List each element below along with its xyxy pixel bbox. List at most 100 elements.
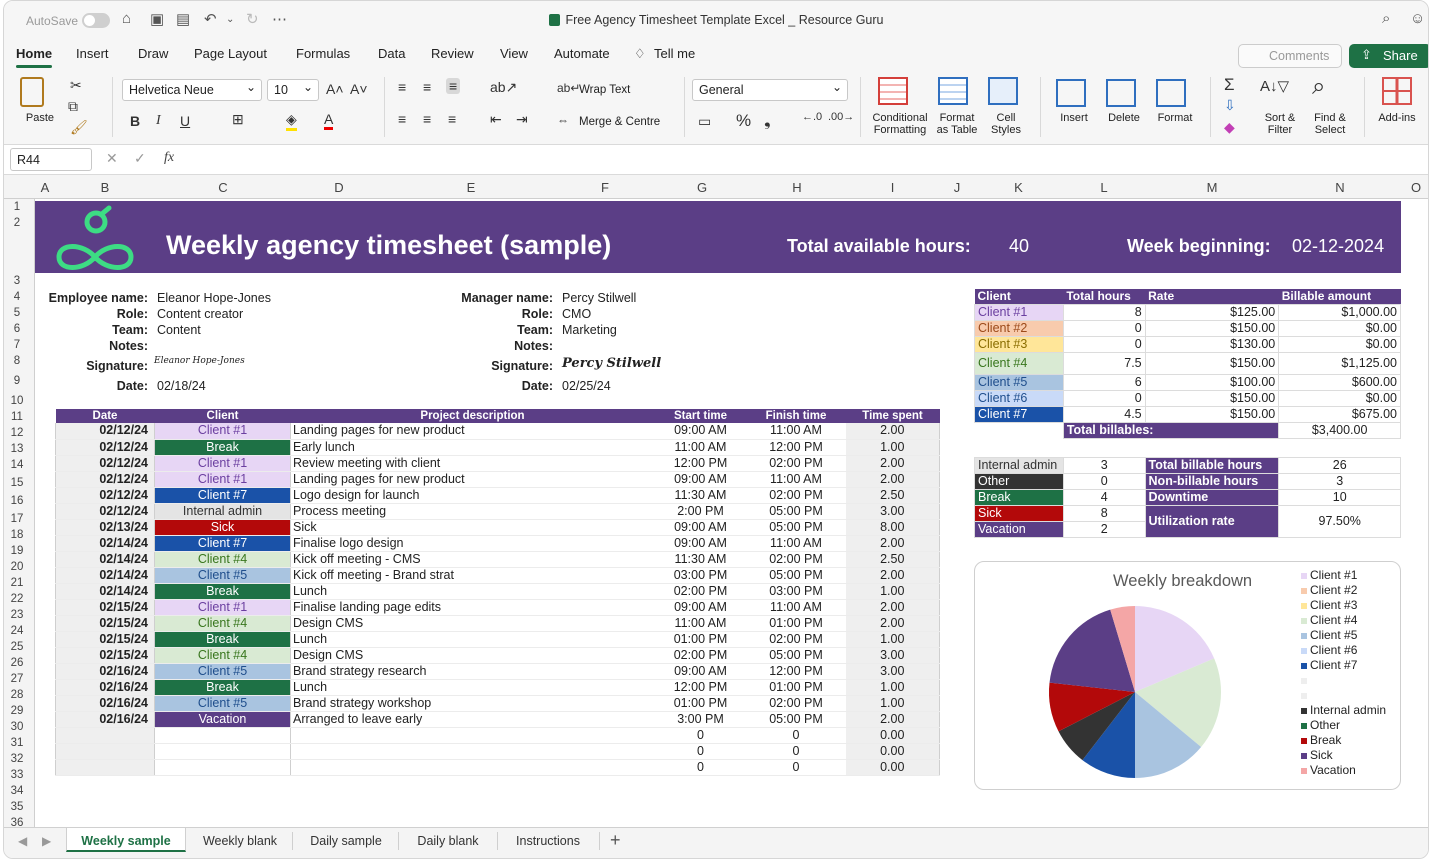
summary-rate[interactable]: $150.00 [1144, 319, 1280, 337]
entry-finish-time[interactable]: 11:00 AM [746, 423, 846, 440]
entry-date[interactable]: 02/12/24 [55, 455, 155, 472]
align-top-icon[interactable]: ≡ [398, 79, 406, 95]
copy-icon[interactable]: ⧉ [68, 98, 78, 115]
column-header-d[interactable]: D [291, 180, 387, 195]
entry-description[interactable] [290, 759, 655, 776]
column-header-f[interactable]: F [555, 180, 655, 195]
entry-time-spent[interactable]: 1.00 [845, 631, 940, 648]
category-label[interactable]: Sick [974, 505, 1064, 522]
entry-date[interactable]: 02/14/24 [55, 567, 155, 584]
entry-date[interactable]: 02/12/24 [55, 439, 155, 456]
conditional-formatting-icon[interactable] [878, 77, 908, 105]
row-header[interactable]: 12 [4, 427, 30, 439]
entry-client[interactable]: Vacation [154, 711, 291, 728]
tab-formulas[interactable]: Formulas [296, 46, 350, 61]
entry-start-time[interactable]: 09:00 AM [654, 662, 747, 680]
entry-date[interactable]: 02/14/24 [55, 551, 155, 568]
summary-amount[interactable]: $600.00 [1278, 373, 1401, 391]
entry-description[interactable]: Design CMS [290, 647, 655, 664]
row-header[interactable]: 6 [4, 323, 30, 335]
entry-client[interactable]: Client #4 [154, 551, 291, 568]
worksheet[interactable]: Weekly agency timesheet (sample) Total a… [35, 199, 1428, 827]
row-header[interactable]: 7 [4, 339, 30, 351]
entry-date[interactable]: 02/12/24 [55, 423, 155, 440]
decrease-indent-icon[interactable]: ⇤ [490, 111, 502, 128]
entry-date[interactable]: 02/16/24 [55, 711, 155, 728]
column-header-n[interactable]: N [1279, 180, 1401, 195]
align-bottom-icon[interactable]: ≡ [446, 78, 461, 94]
row-header[interactable]: 25 [4, 641, 30, 653]
row-header[interactable]: 19 [4, 545, 30, 557]
paste-icon[interactable] [20, 77, 44, 107]
align-center-icon[interactable]: ≡ [423, 111, 431, 127]
font-color-icon[interactable]: A [324, 111, 334, 130]
entry-finish-time[interactable]: 11:00 AM [746, 471, 846, 488]
summary-amount[interactable]: $0.00 [1278, 389, 1401, 407]
entry-start-time[interactable]: 09:00 AM [654, 471, 747, 488]
comma-style-icon[interactable]: ❟ [764, 111, 771, 131]
entry-start-time[interactable]: 12:00 PM [654, 455, 747, 472]
row-header[interactable]: 28 [4, 689, 30, 701]
column-header-a[interactable]: A [35, 180, 55, 195]
number-format-select[interactable]: General [692, 79, 848, 101]
align-left-icon[interactable]: ≡ [398, 111, 406, 127]
entry-client[interactable]: Client #5 [154, 695, 291, 712]
category-hours[interactable]: 3 [1062, 457, 1146, 474]
format-as-table-icon[interactable] [938, 77, 968, 105]
entry-date[interactable]: 02/15/24 [55, 598, 155, 616]
category-label[interactable]: Internal admin [974, 457, 1064, 474]
entry-finish-time[interactable]: 01:00 PM [746, 679, 846, 696]
entry-finish-time[interactable]: 05:00 PM [746, 647, 846, 664]
decrease-font-icon[interactable]: A˅ [350, 81, 368, 97]
row-header[interactable]: 35 [4, 801, 30, 813]
entry-date[interactable]: 02/14/24 [55, 534, 155, 552]
format-painter-icon[interactable]: 🖌 [70, 119, 88, 136]
entry-date[interactable]: 02/12/24 [55, 471, 155, 488]
entry-description[interactable]: Design CMS [290, 615, 655, 632]
entry-finish-time[interactable]: 01:00 PM [746, 615, 846, 632]
entry-start-time[interactable]: 11:00 AM [654, 615, 747, 632]
row-header[interactable]: 34 [4, 785, 30, 797]
entry-start-time[interactable]: 0 [654, 743, 747, 760]
entry-date[interactable]: 02/16/24 [55, 662, 155, 680]
entry-finish-time[interactable]: 05:00 PM [746, 711, 846, 728]
cell-styles-icon[interactable] [988, 77, 1018, 105]
entry-time-spent[interactable]: 0.00 [845, 743, 940, 760]
entry-description[interactable]: Arranged to leave early [290, 711, 655, 728]
format-cells-icon[interactable] [1156, 79, 1186, 107]
row-header[interactable]: 24 [4, 625, 30, 637]
account-icon[interactable]: ☺ [1410, 10, 1425, 27]
summary-client[interactable]: Client #1 [974, 303, 1064, 321]
summary-client[interactable]: Client #3 [974, 335, 1064, 353]
sort-filter-icon[interactable]: A↓▽ [1260, 77, 1289, 95]
entry-date[interactable]: 02/12/24 [55, 503, 155, 520]
insert-cells-button[interactable]: Insert [1056, 112, 1092, 124]
entry-client[interactable]: Internal admin [154, 503, 291, 520]
tab-tell-me[interactable]: Tell me [654, 46, 695, 61]
summary-amount[interactable]: $675.00 [1278, 405, 1401, 423]
percent-icon[interactable]: % [736, 111, 751, 131]
row-header[interactable]: 29 [4, 705, 30, 717]
entry-finish-time[interactable]: 02:00 PM [746, 487, 846, 504]
format-cells-button[interactable]: Format [1154, 112, 1196, 124]
column-header-j[interactable]: J [940, 180, 974, 195]
entry-time-spent[interactable]: 1.00 [845, 439, 940, 456]
entry-description[interactable]: Landing pages for new product [290, 423, 655, 440]
row-header[interactable]: 18 [4, 529, 30, 541]
entry-client[interactable]: Client #5 [154, 567, 291, 584]
entry-finish-time[interactable]: 0 [746, 759, 846, 776]
row-header[interactable]: 16 [4, 495, 30, 507]
entry-time-spent[interactable]: 2.50 [845, 487, 940, 504]
italic-button[interactable]: I [156, 113, 161, 129]
entry-start-time[interactable]: 11:30 AM [654, 487, 747, 504]
entry-finish-time[interactable]: 05:00 PM [746, 518, 846, 536]
summary-client[interactable]: Client #6 [974, 389, 1064, 407]
orientation-icon[interactable]: ab↗ [490, 79, 517, 96]
stat-value[interactable]: 10 [1278, 489, 1401, 506]
column-header-k[interactable]: K [974, 180, 1063, 195]
entry-date[interactable] [55, 727, 155, 744]
entry-description[interactable]: Landing pages for new product [290, 471, 655, 488]
prev-sheet-icon[interactable]: ◀ [18, 834, 27, 848]
fill-icon[interactable]: ⇩ [1224, 97, 1236, 114]
confirm-formula-icon[interactable]: ✓ [134, 150, 146, 167]
